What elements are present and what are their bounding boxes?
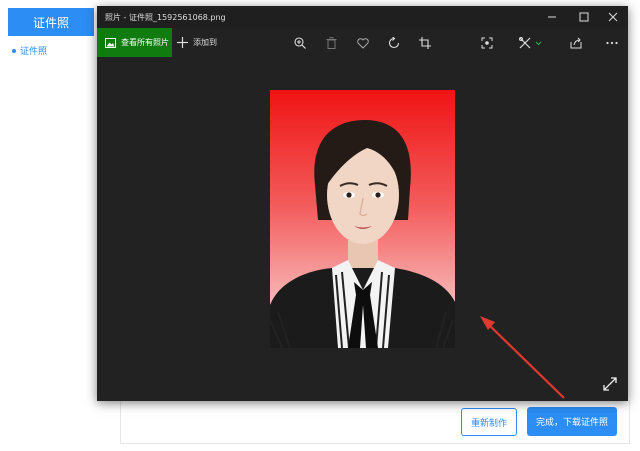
enhance-button[interactable] bbox=[478, 34, 496, 52]
redo-button[interactable]: 重新制作 bbox=[461, 408, 517, 436]
fullscreen-button[interactable] bbox=[602, 376, 620, 394]
close-icon bbox=[608, 12, 618, 22]
photo-toolbar: 查看所有照片 添加到 bbox=[97, 28, 628, 63]
share-icon bbox=[570, 37, 582, 49]
favorite-icon bbox=[357, 37, 369, 49]
share-button[interactable] bbox=[567, 34, 585, 52]
minimize-icon bbox=[548, 16, 556, 18]
screen: 证件照 证件照 重新制作 完成，下载证件照 照片 - 证件照_159256106… bbox=[0, 0, 640, 451]
maximize-button[interactable] bbox=[569, 6, 599, 28]
plus-icon bbox=[177, 37, 188, 48]
delete-icon bbox=[326, 37, 336, 49]
window-title: 照片 - 证件照_1592561068.png bbox=[105, 12, 226, 22]
photo-gallery-icon bbox=[105, 37, 116, 48]
sidebar-item-id-photo[interactable]: 证件照 bbox=[12, 44, 47, 57]
portrait-illustration bbox=[270, 120, 455, 348]
download-id-photo-button[interactable]: 完成，下载证件照 bbox=[527, 407, 617, 436]
favorite-button[interactable] bbox=[354, 34, 372, 52]
id-photo bbox=[270, 90, 455, 348]
enhance-icon bbox=[481, 37, 493, 49]
see-all-photos-label: 查看所有照片 bbox=[121, 38, 169, 47]
crop-icon bbox=[419, 37, 431, 49]
delete-button[interactable] bbox=[322, 34, 340, 52]
edit-draw-icon bbox=[519, 37, 542, 49]
add-to-button[interactable]: 添加到 bbox=[177, 28, 217, 57]
sidebar-title[interactable]: 证件照 bbox=[8, 8, 94, 36]
minimize-button[interactable] bbox=[537, 6, 567, 28]
sidebar-item-label: 证件照 bbox=[20, 47, 48, 57]
zoom-in-icon bbox=[294, 37, 306, 49]
crop-button[interactable] bbox=[416, 34, 434, 52]
see-all-photos-button[interactable]: 查看所有照片 bbox=[97, 28, 172, 57]
zoom-button[interactable] bbox=[291, 34, 309, 52]
rotate-button[interactable] bbox=[385, 34, 403, 52]
maximize-icon bbox=[579, 12, 589, 22]
rotate-icon bbox=[388, 37, 400, 49]
more-icon bbox=[606, 41, 618, 45]
bullet-dot bbox=[12, 48, 16, 53]
edit-create-button[interactable] bbox=[517, 34, 547, 52]
more-options-button[interactable] bbox=[603, 34, 621, 52]
close-button[interactable] bbox=[598, 6, 628, 28]
add-to-label: 添加到 bbox=[193, 38, 217, 47]
expand-icon bbox=[603, 377, 617, 391]
